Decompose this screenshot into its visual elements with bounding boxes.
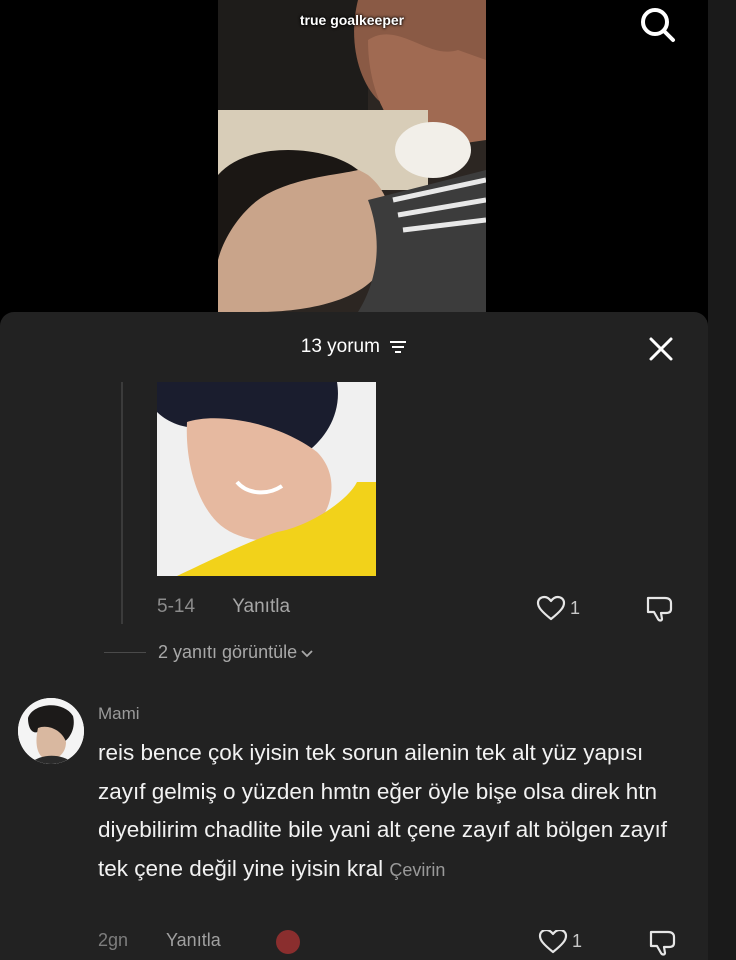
view-replies-divider	[104, 652, 146, 653]
video-thumbnail-image	[218, 0, 486, 312]
comment-dislike-button[interactable]	[648, 930, 678, 956]
close-icon	[649, 337, 673, 361]
comment-like-button[interactable]: 1	[538, 930, 582, 954]
comment-reply-button[interactable]: Yanıtla	[166, 930, 221, 951]
search-button[interactable]	[636, 3, 678, 45]
side-panel	[708, 0, 736, 960]
close-button[interactable]	[646, 334, 676, 364]
comment-count: 13 yorum	[300, 336, 380, 357]
comment-username[interactable]: Mami	[98, 704, 140, 724]
chevron-down-icon	[301, 649, 313, 657]
video-caption: true goalkeeper	[299, 12, 405, 28]
comment-date: 2gn	[98, 930, 129, 950]
comment-body: reis bence çok iyisin tek sorun ailenin …	[98, 734, 678, 889]
thumbs-down-icon	[646, 596, 673, 622]
thread-line	[121, 382, 123, 624]
comments-header[interactable]: 13 yorum	[0, 336, 708, 362]
reply-image[interactable]	[157, 382, 376, 576]
creator-liked-avatar	[276, 930, 300, 954]
avatar[interactable]	[18, 698, 84, 764]
reply-date: 5-14	[157, 596, 196, 617]
reply-button[interactable]: Yanıtla	[232, 596, 290, 618]
heart-icon	[538, 930, 568, 954]
comment-text: reis bence çok iyisin tek sorun ailenin …	[98, 740, 668, 881]
reply-photo	[157, 382, 376, 576]
reply-meta: 5-14 Yanıtla	[157, 596, 290, 618]
translate-button[interactable]: Çevirin	[389, 860, 445, 880]
filter-icon[interactable]	[389, 340, 407, 354]
dislike-button[interactable]	[645, 594, 675, 622]
comment-like-count: 1	[572, 930, 583, 951]
comments-sheet: 13 yorum 5-14 Yanıtla 1 2 yanıtı görüntü…	[0, 312, 708, 960]
view-replies-button[interactable]: 2 yanıtı görüntüle	[104, 642, 314, 663]
heart-icon	[536, 595, 566, 621]
thumbs-down-icon	[649, 930, 676, 956]
like-count: 1	[570, 597, 581, 618]
avatar-image	[18, 698, 84, 764]
search-icon	[641, 8, 675, 42]
comment-meta: 2gn Yanıtla 1	[98, 930, 698, 960]
video-frame[interactable]: true goalkeeper	[218, 0, 486, 312]
view-replies-label: 2 yanıtı görüntüle	[158, 642, 298, 662]
like-button[interactable]: 1	[536, 594, 580, 622]
video-area: true goalkeeper	[0, 0, 736, 330]
